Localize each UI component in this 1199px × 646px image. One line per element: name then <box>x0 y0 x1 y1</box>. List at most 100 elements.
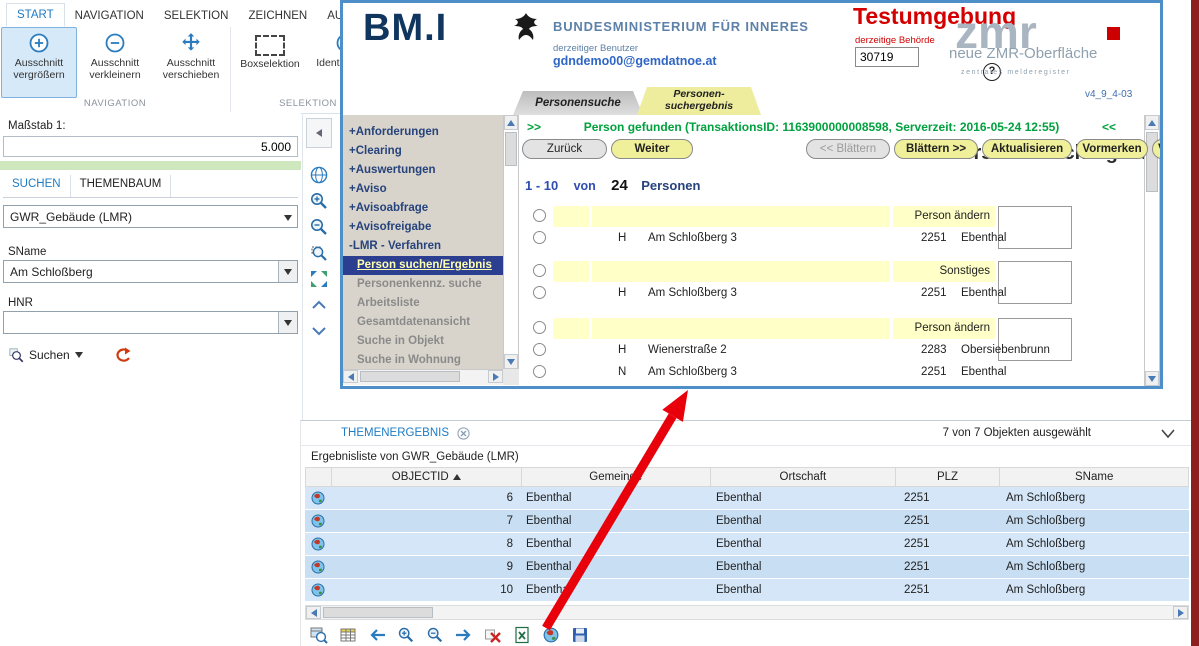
zoom-window-tool-button[interactable] <box>307 241 331 265</box>
horizontal-scrollbar[interactable] <box>305 605 1189 620</box>
menu-avisoabfrage[interactable]: +Avisoabfrage <box>343 199 503 218</box>
header-plz[interactable]: PLZ <box>896 468 1001 486</box>
address-radio[interactable] <box>533 343 546 356</box>
zoom-out-record-button[interactable] <box>425 626 444 645</box>
zoom-extent-out-button[interactable]: Ausschnitt verkleinern <box>77 27 153 98</box>
scroll-up-button[interactable] <box>1145 115 1159 130</box>
scroll-down-button[interactable] <box>307 319 331 343</box>
page-previous-button[interactable]: << Blättern <box>806 139 890 159</box>
scroll-left-button[interactable] <box>343 370 358 383</box>
menu-clearing[interactable]: +Clearing <box>343 142 503 161</box>
sname-combobox[interactable]: Am Schloßberg <box>3 260 298 283</box>
ribbon-tab-navigation[interactable]: NAVIGATION <box>65 5 154 27</box>
layer-select[interactable]: GWR_Gebäude (LMR) <box>3 205 298 228</box>
close-tab-button[interactable] <box>457 427 470 440</box>
scale-input[interactable] <box>3 136 298 157</box>
attribute-table-button[interactable] <box>338 626 357 645</box>
table-row[interactable]: 6 Ebenthal Ebenthal 2251 Am Schloßberg <box>305 487 1189 510</box>
tab-personensuche[interactable]: Personensuche <box>513 91 643 115</box>
previous-record-button[interactable] <box>367 626 386 645</box>
next-record-button[interactable] <box>454 626 473 645</box>
scrollbar-thumb[interactable] <box>505 132 517 166</box>
arrow-left-icon <box>368 628 386 642</box>
ribbon-tab-selektion[interactable]: SELEKTION <box>154 5 239 27</box>
address-radio[interactable] <box>533 365 546 378</box>
scroll-up-button[interactable] <box>504 115 518 130</box>
scroll-right-button[interactable] <box>1173 606 1188 619</box>
refresh-button[interactable]: Aktualisieren <box>982 139 1072 159</box>
table-row[interactable]: 10 Ebenthal Ebenthal 2251 Am Schloßberg <box>305 579 1189 602</box>
tab-suchen[interactable]: SUCHEN <box>3 175 71 197</box>
tab-themenergebnis[interactable]: THEMENERGEBNIS <box>341 427 449 439</box>
header-icon-col <box>306 468 332 486</box>
full-globe-button[interactable] <box>307 163 331 187</box>
menu-anforderungen[interactable]: +Anforderungen <box>343 123 503 142</box>
authority-input[interactable] <box>855 47 919 67</box>
identify-button[interactable]: Identifizieren <box>308 27 344 98</box>
menu-personenkennz-suche[interactable]: Personenkennz. suche <box>343 275 503 294</box>
hnr-combobox[interactable] <box>3 311 298 334</box>
zmr-globe-button[interactable] <box>541 626 560 645</box>
page-next-button[interactable]: Blättern >> <box>894 139 978 159</box>
menu-person-suchen-ergebnis[interactable]: Person suchen/Ergebnis <box>343 256 503 275</box>
person-radio[interactable] <box>533 264 546 277</box>
address-radio[interactable] <box>533 286 546 299</box>
cell-sname: Am Schloßberg <box>1001 561 1189 573</box>
menu-aviso[interactable]: +Aviso <box>343 180 503 199</box>
table-row[interactable]: 7 Ebenthal Ebenthal 2251 Am Schloßberg <box>305 510 1189 533</box>
zoom-extent-in-button[interactable]: Ausschnitt vergrößern <box>1 27 77 98</box>
export-excel-button[interactable] <box>512 626 531 645</box>
menu-horizontal-scrollbar[interactable] <box>343 369 503 385</box>
combo-dropdown-button[interactable] <box>278 261 297 282</box>
tab-themenbaum[interactable]: THEMENBAUM <box>71 175 172 197</box>
magnifier-box-icon <box>309 243 329 263</box>
cell-ortschaft: Ebenthal <box>711 538 896 550</box>
ribbon-tab-start[interactable]: START <box>6 3 65 27</box>
scrollbar-thumb[interactable] <box>360 371 460 382</box>
address-radio[interactable] <box>533 231 546 244</box>
menu-suche-in-objekt[interactable]: Suche in Objekt <box>343 332 503 351</box>
header-ortschaft[interactable]: Ortschaft <box>711 468 896 486</box>
scroll-up-button[interactable] <box>307 293 331 317</box>
table-row[interactable]: 9 Ebenthal Ebenthal 2251 Am Schloßberg <box>305 556 1189 579</box>
menu-arbeitsliste[interactable]: Arbeitsliste <box>343 294 503 313</box>
person-radio[interactable] <box>533 321 546 334</box>
zoom-out-tool-button[interactable] <box>307 215 331 239</box>
menu-lmr-verfahren[interactable]: -LMR - Verfahren <box>343 237 503 256</box>
search-button[interactable]: Suchen <box>3 344 89 367</box>
scroll-down-button[interactable] <box>504 354 518 369</box>
ribbon-tab-zeichnen[interactable]: ZEICHNEN <box>238 5 317 27</box>
scrollbar-thumb[interactable] <box>323 607 433 618</box>
zoom-in-record-button[interactable] <box>396 626 415 645</box>
full-extent-tool-button[interactable] <box>307 267 331 291</box>
menu-auswertungen[interactable]: +Auswertungen <box>343 161 503 180</box>
zoom-to-selection-button[interactable] <box>309 626 328 645</box>
scroll-right-button[interactable] <box>488 370 503 383</box>
undo-button[interactable] <box>113 346 133 364</box>
box-selection-button[interactable]: Boxselektion <box>232 27 308 98</box>
table-row[interactable]: 8 Ebenthal Ebenthal 2251 Am Schloßberg <box>305 533 1189 556</box>
header-sname[interactable]: SName <box>1000 468 1188 486</box>
residence-code: N <box>618 362 626 383</box>
combo-dropdown-button[interactable] <box>278 312 297 333</box>
menu-vertical-scrollbar[interactable] <box>503 115 519 369</box>
menu-avisofreigabe[interactable]: +Avisofreigabe <box>343 218 503 237</box>
zoom-in-tool-button[interactable] <box>307 189 331 213</box>
scroll-down-button[interactable] <box>1145 371 1159 386</box>
pan-extent-button[interactable]: Ausschnitt verschieben <box>153 27 229 98</box>
save-button[interactable] <box>570 626 589 645</box>
next-button[interactable]: Weiter <box>611 139 693 159</box>
header-gemeinde[interactable]: Gemeinde <box>522 468 712 486</box>
tab-personensuchergebnis[interactable]: Personen- suchergebnis <box>637 87 761 115</box>
menu-suche-in-wohnung[interactable]: Suche in Wohnung <box>343 351 503 370</box>
scroll-left-button[interactable] <box>306 606 321 619</box>
header-objectid[interactable]: OBJECTID <box>332 468 522 486</box>
menu-gesamtdatenansicht[interactable]: Gesamtdatenansicht <box>343 313 503 332</box>
bookmark-button[interactable]: Vormerken <box>1076 139 1148 159</box>
collapse-panel-button[interactable] <box>306 118 332 148</box>
person-radio[interactable] <box>533 209 546 222</box>
back-button[interactable]: Zurück <box>522 139 607 159</box>
collapse-results-button[interactable] <box>1161 429 1175 438</box>
street: Wienerstraße 2 <box>648 340 727 361</box>
clear-selection-button[interactable] <box>483 626 502 645</box>
